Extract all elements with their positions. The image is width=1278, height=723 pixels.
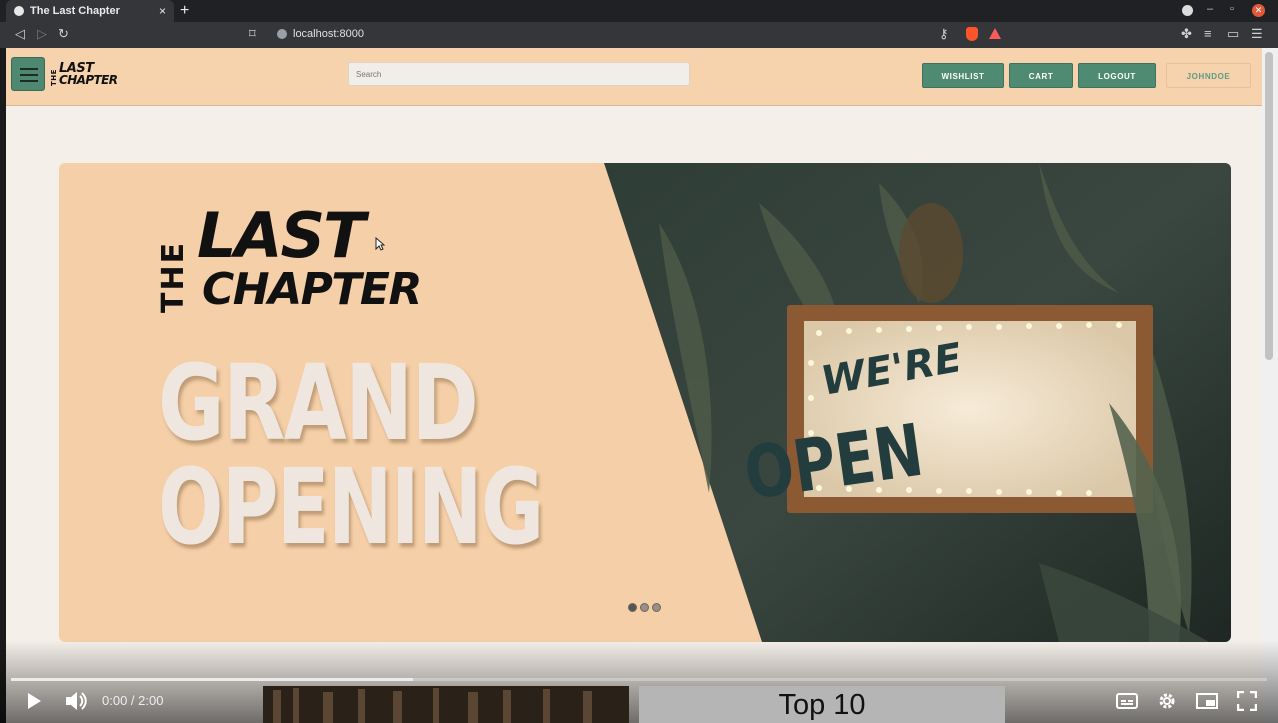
video-progress-fill bbox=[11, 678, 413, 681]
page-scrollbar[interactable] bbox=[1262, 48, 1278, 723]
brave-rewards-icon[interactable] bbox=[989, 28, 1001, 39]
hero-carousel[interactable]: WE'RE OPEN THE LAST CHAPTER GRAND OPENIN… bbox=[59, 163, 1231, 642]
user-account-button[interactable]: JOHNDOE bbox=[1166, 63, 1251, 88]
forward-icon[interactable]: ▷ bbox=[37, 26, 47, 42]
wishlist-button[interactable]: WISHLIST bbox=[922, 63, 1004, 88]
reload-icon[interactable]: ↻ bbox=[58, 26, 69, 42]
logo-chapter: CHAPTER bbox=[59, 73, 118, 87]
brave-shield-icon[interactable] bbox=[966, 27, 978, 41]
hero-logo-last: LAST bbox=[197, 199, 365, 272]
key-icon[interactable]: ⚷ bbox=[939, 26, 949, 42]
site-header: THE LAST CHAPTER WISHLIST CART LOGOUT JO… bbox=[6, 48, 1262, 106]
carousel-dot[interactable] bbox=[652, 603, 661, 612]
site-info-icon[interactable] bbox=[277, 29, 287, 39]
wallet-icon[interactable]: ▭ bbox=[1227, 26, 1239, 42]
miniplayer-icon[interactable] bbox=[1196, 692, 1218, 710]
play-icon[interactable] bbox=[25, 692, 43, 710]
site-logo[interactable]: THE LAST CHAPTER bbox=[50, 61, 126, 89]
mouse-cursor-icon bbox=[375, 237, 385, 251]
browser-tab[interactable]: The Last Chapter × bbox=[6, 0, 174, 22]
browser-toolbar: ◁ ▷ ↻ ⌑ localhost:8000 ⚷ ✤ ≡ ▭ ☰ bbox=[0, 22, 1278, 48]
hero-headline-line1: GRAND bbox=[158, 342, 479, 464]
hero-logo-the: THE bbox=[156, 240, 191, 313]
browser-menu-icon[interactable]: ☰ bbox=[1251, 26, 1263, 42]
preview-thumbnail[interactable] bbox=[263, 686, 629, 723]
carousel-dot[interactable] bbox=[640, 603, 649, 612]
window-menu-icon[interactable] bbox=[1182, 5, 1193, 16]
playlist-icon[interactable]: ≡ bbox=[1204, 26, 1212, 41]
tab-title: The Last Chapter bbox=[30, 5, 120, 17]
maximize-icon[interactable]: ▫ bbox=[1230, 3, 1234, 15]
browser-tab-bar: The Last Chapter × + – ▫ ✕ bbox=[0, 0, 1278, 22]
tab-close-icon[interactable]: × bbox=[159, 4, 166, 18]
screen: The Last Chapter × + – ▫ ✕ ◁ ▷ ↻ ⌑ local… bbox=[0, 0, 1278, 723]
minimize-icon[interactable]: – bbox=[1207, 3, 1213, 15]
extensions-icon[interactable]: ✤ bbox=[1181, 26, 1192, 42]
video-progress-bar[interactable] bbox=[11, 678, 1267, 681]
new-tab-button[interactable]: + bbox=[180, 2, 189, 20]
bookmark-icon[interactable]: ⌑ bbox=[249, 26, 256, 42]
close-window-icon[interactable]: ✕ bbox=[1252, 4, 1265, 17]
web-page: THE LAST CHAPTER WISHLIST CART LOGOUT JO… bbox=[6, 48, 1262, 723]
back-icon[interactable]: ◁ bbox=[15, 26, 25, 42]
settings-gear-icon[interactable] bbox=[1157, 691, 1177, 711]
favicon-icon bbox=[14, 6, 24, 16]
fullscreen-icon[interactable] bbox=[1237, 691, 1257, 711]
hero-logo-chapter: CHAPTER bbox=[202, 264, 422, 315]
subtitles-icon[interactable] bbox=[1116, 692, 1138, 710]
logo-the: THE bbox=[50, 69, 58, 86]
carousel-indicators bbox=[628, 603, 668, 613]
hamburger-menu-button[interactable] bbox=[11, 57, 45, 91]
logout-button[interactable]: LOGOUT bbox=[1078, 63, 1156, 88]
next-video-thumbnail[interactable]: Top 10 bbox=[639, 686, 1005, 723]
hero-headline-line2: OPENING bbox=[158, 446, 544, 568]
next-video-title: Top 10 bbox=[778, 689, 866, 721]
cart-button[interactable]: CART bbox=[1009, 63, 1073, 88]
volume-icon[interactable] bbox=[64, 690, 88, 712]
video-time: 0:00 / 2:00 bbox=[102, 693, 164, 708]
address-bar[interactable]: localhost:8000 bbox=[293, 28, 364, 40]
carousel-dot[interactable] bbox=[628, 603, 637, 612]
scrollbar-thumb[interactable] bbox=[1265, 52, 1273, 360]
search-input[interactable] bbox=[348, 62, 690, 86]
